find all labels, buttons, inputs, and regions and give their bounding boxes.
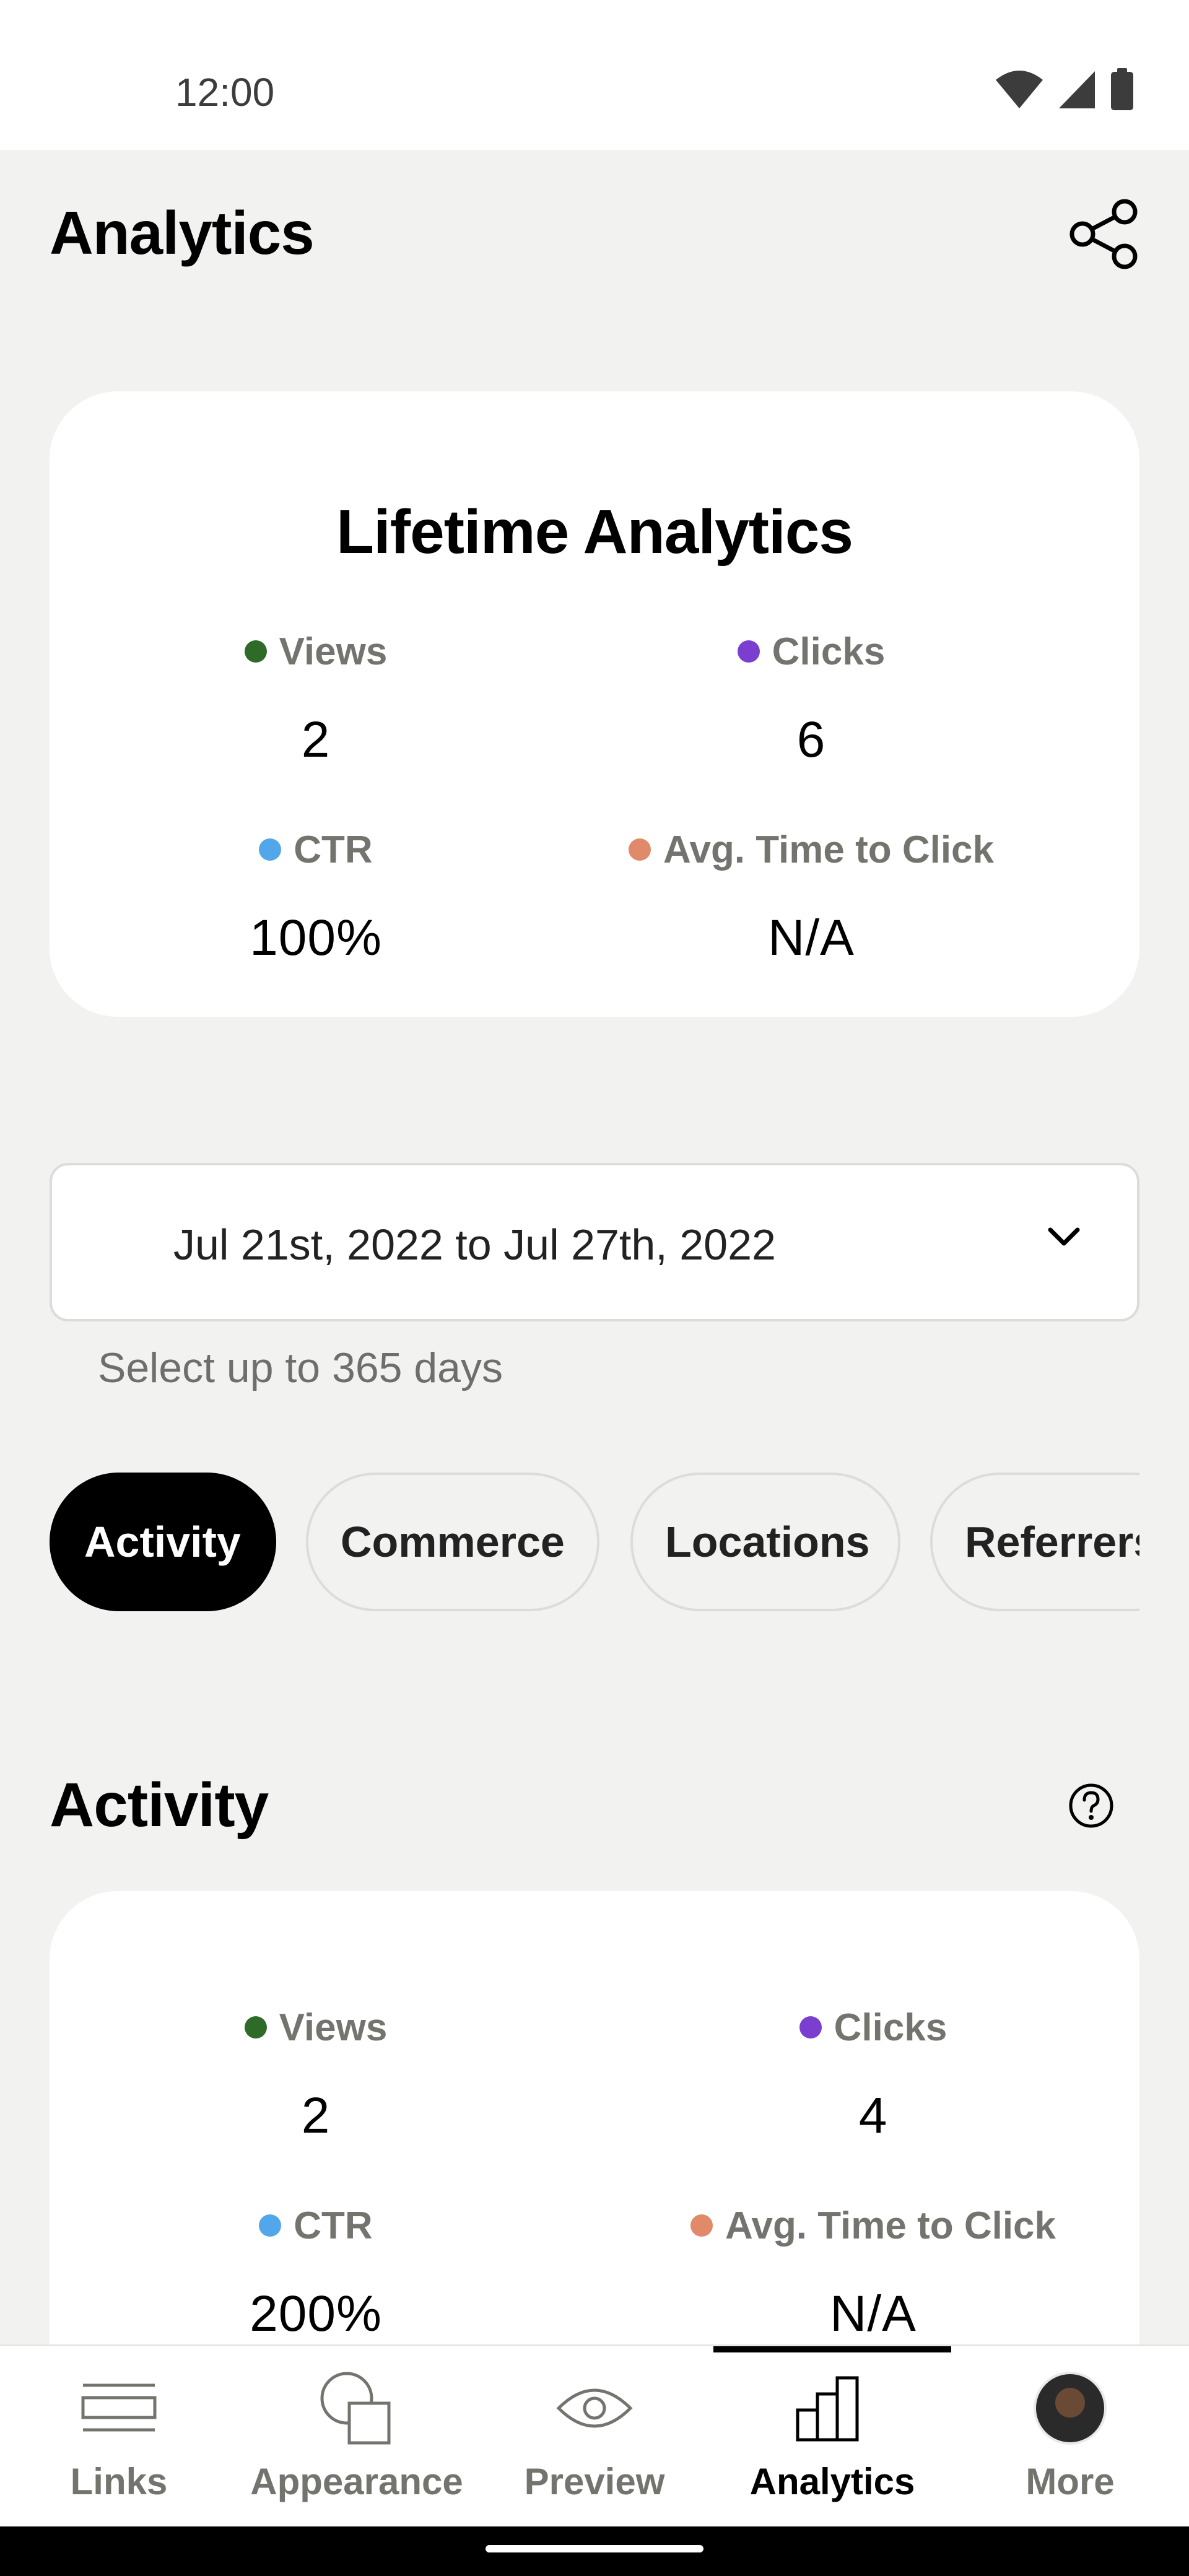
metric-label: Avg. Time to Click	[725, 2204, 1056, 2247]
ctr-dot	[259, 2214, 282, 2237]
metric-value: N/A	[768, 910, 855, 966]
nav-links[interactable]: Links	[0, 2370, 238, 2503]
share-button[interactable]	[1066, 197, 1141, 271]
wifi-icon	[996, 71, 1043, 108]
avatar	[1034, 2372, 1107, 2445]
tab-activity[interactable]: Activity	[50, 1473, 276, 1611]
tab-locations[interactable]: Locations	[630, 1473, 900, 1611]
tab-referrers[interactable]: Referrers	[930, 1473, 1139, 1611]
bar-chart-icon	[796, 2376, 859, 2442]
metric-value: 6	[796, 711, 826, 768]
battery-icon	[1111, 68, 1133, 110]
date-range-dropdown[interactable]: Jul 21st, 2022 to Jul 27th, 2022	[50, 1163, 1139, 1321]
date-range-value: Jul 21st, 2022 to Jul 27th, 2022	[173, 1221, 776, 1269]
nav-label: Preview	[524, 2461, 665, 2502]
nav-label: Appearance	[250, 2461, 463, 2502]
metric-clicks: Clicks 4	[607, 2003, 1139, 2145]
status-icons	[995, 68, 1135, 111]
clicks-dot	[737, 640, 760, 663]
ctr-dot	[259, 838, 282, 861]
status-time: 12:00	[175, 70, 275, 115]
metric-value: 2	[301, 711, 331, 768]
nav-label: Links	[70, 2461, 168, 2502]
active-tab-indicator	[713, 2346, 951, 2352]
metric-views: Views 2	[50, 627, 582, 769]
chevron-down-icon	[1048, 1227, 1080, 1246]
views-dot	[244, 640, 267, 663]
metric-avg-time: Avg. Time to Click N/A	[607, 2201, 1139, 2343]
status-bar: 12:00	[0, 0, 1189, 150]
help-icon	[1069, 1783, 1113, 1828]
share-icon	[1069, 199, 1138, 269]
clicks-dot	[799, 2016, 822, 2039]
metric-label: Clicks	[772, 630, 886, 673]
lifetime-analytics-title: Lifetime Analytics	[336, 497, 853, 567]
metric-avg-time: Avg. Time to Click N/A	[545, 825, 1078, 967]
metric-value: 4	[858, 2087, 888, 2144]
metric-clicks: Clicks 6	[545, 627, 1078, 769]
tab-commerce[interactable]: Commerce	[306, 1473, 599, 1611]
date-range-hint: Select up to 365 days	[98, 1344, 503, 1391]
metric-ctr: CTR 200%	[50, 2201, 582, 2343]
metric-label: Avg. Time to Click	[663, 828, 995, 871]
links-icon	[81, 2383, 157, 2432]
page-title: Analytics	[50, 199, 315, 267]
system-gesture-bar	[0, 2526, 1189, 2576]
avg-time-dot	[690, 2214, 713, 2237]
nav-more[interactable]: More	[951, 2370, 1189, 2503]
signal-icon	[1059, 71, 1095, 108]
activity-section-title: Activity	[50, 1770, 269, 1840]
metric-label: Views	[279, 2006, 388, 2049]
metric-label: CTR	[294, 828, 373, 871]
avg-time-dot	[628, 838, 651, 861]
gesture-handle[interactable]	[486, 2545, 703, 2552]
appearance-icon	[320, 2372, 391, 2445]
views-dot	[244, 2016, 267, 2039]
metric-views: Views 2	[50, 2003, 582, 2145]
nav-analytics[interactable]: Analytics	[713, 2370, 951, 2503]
metric-value: 100%	[250, 910, 382, 966]
metric-label: Clicks	[834, 2006, 947, 2049]
eye-icon	[556, 2388, 633, 2428]
nav-label: More	[1026, 2461, 1115, 2502]
metric-value: N/A	[830, 2286, 917, 2342]
nav-appearance[interactable]: Appearance	[238, 2370, 476, 2503]
help-button[interactable]	[1066, 1781, 1116, 1830]
metric-value: 2	[301, 2087, 331, 2144]
metric-ctr: CTR 100%	[50, 825, 582, 967]
metric-value: 200%	[250, 2286, 382, 2342]
nav-preview[interactable]: Preview	[476, 2370, 713, 2503]
lifetime-analytics-card: Lifetime Analytics Views 2 Clicks 6 CTR …	[50, 391, 1139, 1017]
nav-label: Analytics	[749, 2461, 915, 2502]
metric-label: Views	[279, 630, 388, 673]
analytics-tabs: Activity Commerce Locations Referrers	[50, 1473, 1139, 1612]
metric-label: CTR	[294, 2204, 373, 2247]
bottom-nav: Links Appearance Preview Analytics More	[0, 2344, 1189, 2526]
